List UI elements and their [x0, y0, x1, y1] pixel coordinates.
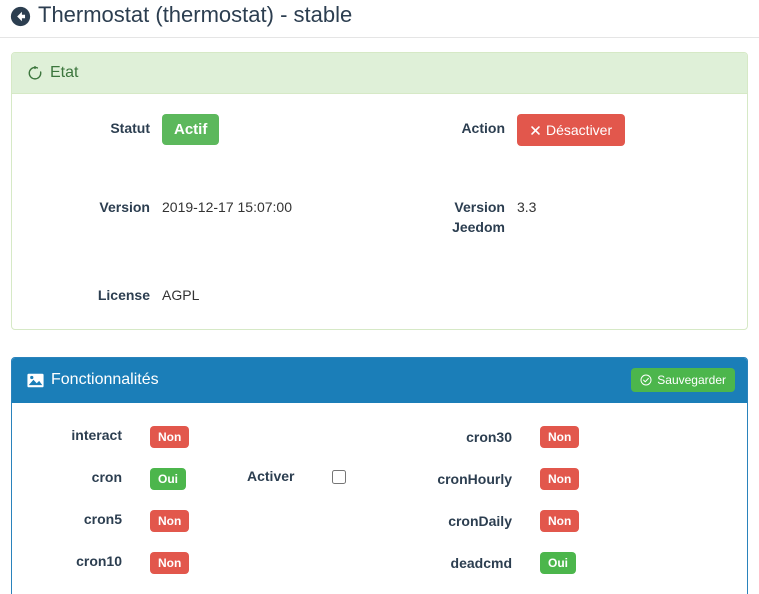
feature-value-cron10: Non	[122, 552, 247, 594]
feature-right-cell: deadcmd Oui	[392, 552, 732, 594]
arrow-circle-left-icon[interactable]	[10, 6, 31, 27]
features-panel-title: Fonctionnalités	[51, 371, 159, 388]
status-badge: Non	[150, 510, 190, 532]
license-value: AGPL	[162, 287, 200, 303]
state-panel: Etat Statut Actif Action Désactiver Vers…	[11, 52, 748, 330]
action-label: Action	[461, 120, 505, 136]
feature-label-cron10: cron10	[76, 553, 122, 569]
state-panel-body: Statut Actif Action Désactiver Version 2…	[12, 94, 747, 329]
feature-value-deadcmd: Oui	[512, 552, 732, 574]
feature-value-crondaily: Non	[512, 510, 732, 532]
check-circle-icon	[640, 374, 652, 386]
save-button[interactable]: Sauvegarder	[631, 368, 735, 392]
power-circle-icon	[27, 65, 43, 81]
version-jeedom-value: 3.3	[517, 199, 537, 215]
activer-checkbox[interactable]	[332, 469, 346, 484]
license-label: License	[97, 287, 150, 303]
version-value: 2019-12-17 15:07:00	[162, 199, 292, 215]
deactivate-button-label: Désactiver	[546, 122, 613, 138]
version-label: Version	[99, 199, 150, 215]
feature-label-interact: interact	[71, 427, 122, 443]
status-badge: Non	[540, 426, 580, 448]
activer-label: Activer	[247, 468, 295, 484]
feature-value-cronhourly: Non	[512, 468, 732, 490]
image-icon	[27, 373, 44, 388]
feature-label-crondaily: cronDaily	[448, 513, 512, 529]
activer-checkbox-cell	[332, 468, 392, 510]
features-panel-heading: Fonctionnalités Sauvegarder	[12, 358, 747, 403]
feature-right-cell: cronDaily Non	[392, 510, 732, 552]
version-jeedom-label: Version Jeedom	[452, 199, 505, 235]
page-title: Thermostat (thermostat) - stable	[10, 2, 744, 28]
feature-label-deadcmd: deadcmd	[450, 555, 512, 571]
status-badge: Oui	[150, 468, 186, 490]
feature-value-cron30: Non	[512, 426, 732, 448]
page-title-text: Thermostat (thermostat) - stable	[38, 2, 353, 27]
status-badge: Oui	[540, 552, 576, 574]
times-icon	[530, 125, 541, 136]
status-badge: Actif	[162, 114, 220, 145]
feature-value-cron: Oui	[122, 468, 247, 510]
statut-value-cell: Actif	[162, 109, 402, 154]
status-badge: Non	[540, 510, 580, 532]
features-panel-body: interact Non cron30 Non cron Oui Activer	[12, 403, 747, 594]
save-button-label: Sauvegarder	[657, 373, 726, 387]
features-panel: Fonctionnalités Sauvegarder interact Non	[11, 357, 748, 594]
status-badge: Non	[150, 426, 190, 448]
page-header: Thermostat (thermostat) - stable	[0, 0, 759, 38]
action-value-cell: Désactiver	[517, 109, 732, 155]
state-panel-heading: Etat	[12, 53, 747, 94]
feature-right-cell: cron30 Non	[392, 426, 732, 468]
status-badge: Non	[150, 552, 190, 574]
status-badge: Non	[540, 468, 580, 490]
state-panel-title: Etat	[50, 64, 79, 81]
feature-value-cron5: Non	[122, 510, 247, 552]
feature-right-cell: cronHourly Non	[392, 468, 732, 510]
state-grid: Statut Actif Action Désactiver Version 2…	[27, 109, 732, 314]
feature-label-cronhourly: cronHourly	[437, 471, 512, 487]
statut-label: Statut	[110, 120, 150, 136]
feature-value-interact: Non	[122, 426, 247, 468]
feature-label-cron5: cron5	[83, 511, 122, 527]
deactivate-button[interactable]: Désactiver	[517, 114, 626, 146]
features-grid: interact Non cron30 Non cron Oui Activer	[27, 418, 732, 594]
feature-label-cron: cron	[91, 469, 122, 485]
feature-label-cron30: cron30	[466, 429, 512, 445]
